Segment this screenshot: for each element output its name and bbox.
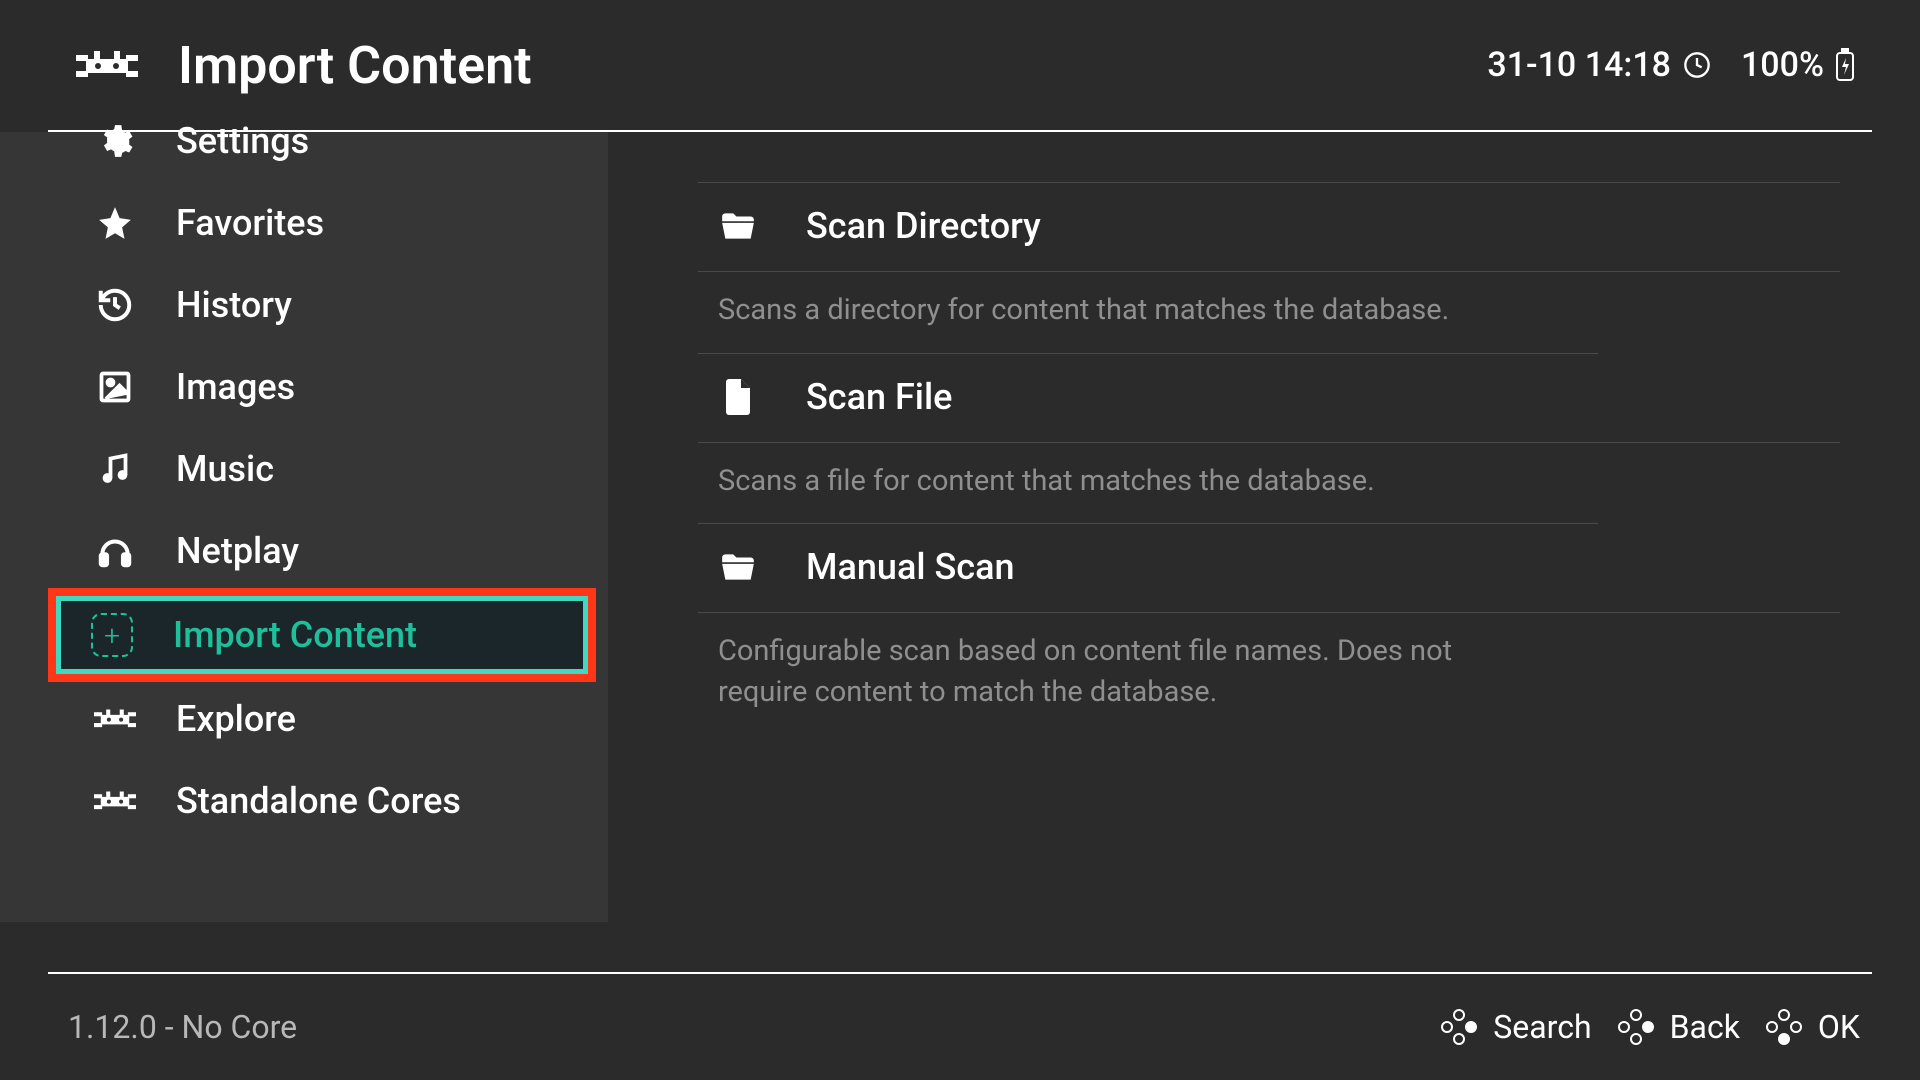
footer-button-label: Back (1670, 1008, 1740, 1046)
app-logo-icon (76, 45, 138, 85)
datetime-display: 31-10 14:18 (1487, 45, 1711, 85)
folder-open-icon (718, 551, 758, 583)
retroarch-icon (94, 786, 136, 816)
footer-back-button[interactable]: Back (1616, 1007, 1740, 1047)
headset-icon (94, 532, 136, 570)
image-icon (94, 369, 136, 405)
clock-icon (1683, 51, 1711, 79)
folder-open-icon (718, 210, 758, 242)
content-item-description: Scans a directory for content that match… (698, 272, 1598, 354)
history-icon (94, 286, 136, 324)
dpad-icon (1439, 1007, 1479, 1047)
footer-button-label: OK (1818, 1008, 1860, 1046)
sidebar-item-label: Images (176, 366, 295, 408)
content-item-description: Scans a file for content that matches th… (698, 443, 1598, 525)
content-item-scan-file[interactable]: Scan File (698, 354, 1840, 443)
version-label: 1.12.0 - No Core (68, 1008, 297, 1046)
content-item-scan-directory[interactable]: Scan Directory (698, 183, 1840, 272)
dpad-icon (1616, 1007, 1656, 1047)
footer-ok-button[interactable]: OK (1764, 1007, 1860, 1047)
sidebar-item-settings[interactable]: Settings (0, 120, 608, 182)
sidebar-item-music[interactable]: Music (0, 428, 608, 510)
sidebar-item-images[interactable]: Images (0, 346, 608, 428)
battery-text: 100% (1741, 45, 1824, 85)
sidebar-item-explore[interactable]: Explore (0, 678, 608, 760)
sidebar-item-label: Standalone Cores (176, 780, 461, 822)
plus-dashed-icon: + (91, 613, 133, 657)
sidebar-item-label: Explore (176, 698, 296, 740)
datetime-text: 31-10 14:18 (1487, 45, 1671, 85)
content-item-title: Scan Directory (806, 205, 1041, 247)
sidebar-item-label: Favorites (176, 202, 324, 244)
sidebar-item-favorites[interactable]: Favorites (0, 182, 608, 264)
content-item-title: Scan File (806, 376, 952, 418)
content-item-title: Manual Scan (806, 546, 1015, 588)
footer-search-button[interactable]: Search (1439, 1007, 1591, 1047)
content-item-description: Configurable scan based on content file … (698, 613, 1598, 734)
sidebar-item-label: Import Content (173, 614, 417, 656)
page-title: Import Content (178, 35, 532, 96)
content-item-manual-scan[interactable]: Manual Scan (698, 524, 1840, 613)
footer: 1.12.0 - No Core Search Back OK (0, 972, 1920, 1080)
sidebar-item-label: Music (176, 448, 274, 490)
main-area: Settings Favorites History Images Music (0, 132, 1920, 922)
sidebar-item-history[interactable]: History (0, 264, 608, 346)
sidebar-item-netplay[interactable]: Netplay (0, 510, 608, 592)
dpad-icon (1764, 1007, 1804, 1047)
sidebar-item-import-content[interactable]: + Import Content (56, 596, 588, 674)
footer-button-label: Search (1493, 1008, 1591, 1046)
sidebar-item-label: Settings (176, 120, 309, 162)
sidebar-item-label: History (176, 284, 292, 326)
gear-icon (94, 122, 136, 160)
retroarch-icon (94, 704, 136, 734)
battery-charging-icon (1834, 48, 1856, 82)
music-icon (94, 451, 136, 487)
file-icon (718, 379, 758, 415)
battery-display: 100% (1741, 45, 1856, 85)
sidebar: Settings Favorites History Images Music (0, 132, 608, 922)
star-icon (94, 204, 136, 242)
header: Import Content 31-10 14:18 100% (0, 0, 1920, 130)
content-panel: Scan Directory Scans a directory for con… (608, 132, 1920, 922)
sidebar-item-label: Netplay (176, 530, 299, 572)
sidebar-item-standalone-cores[interactable]: Standalone Cores (0, 760, 608, 842)
